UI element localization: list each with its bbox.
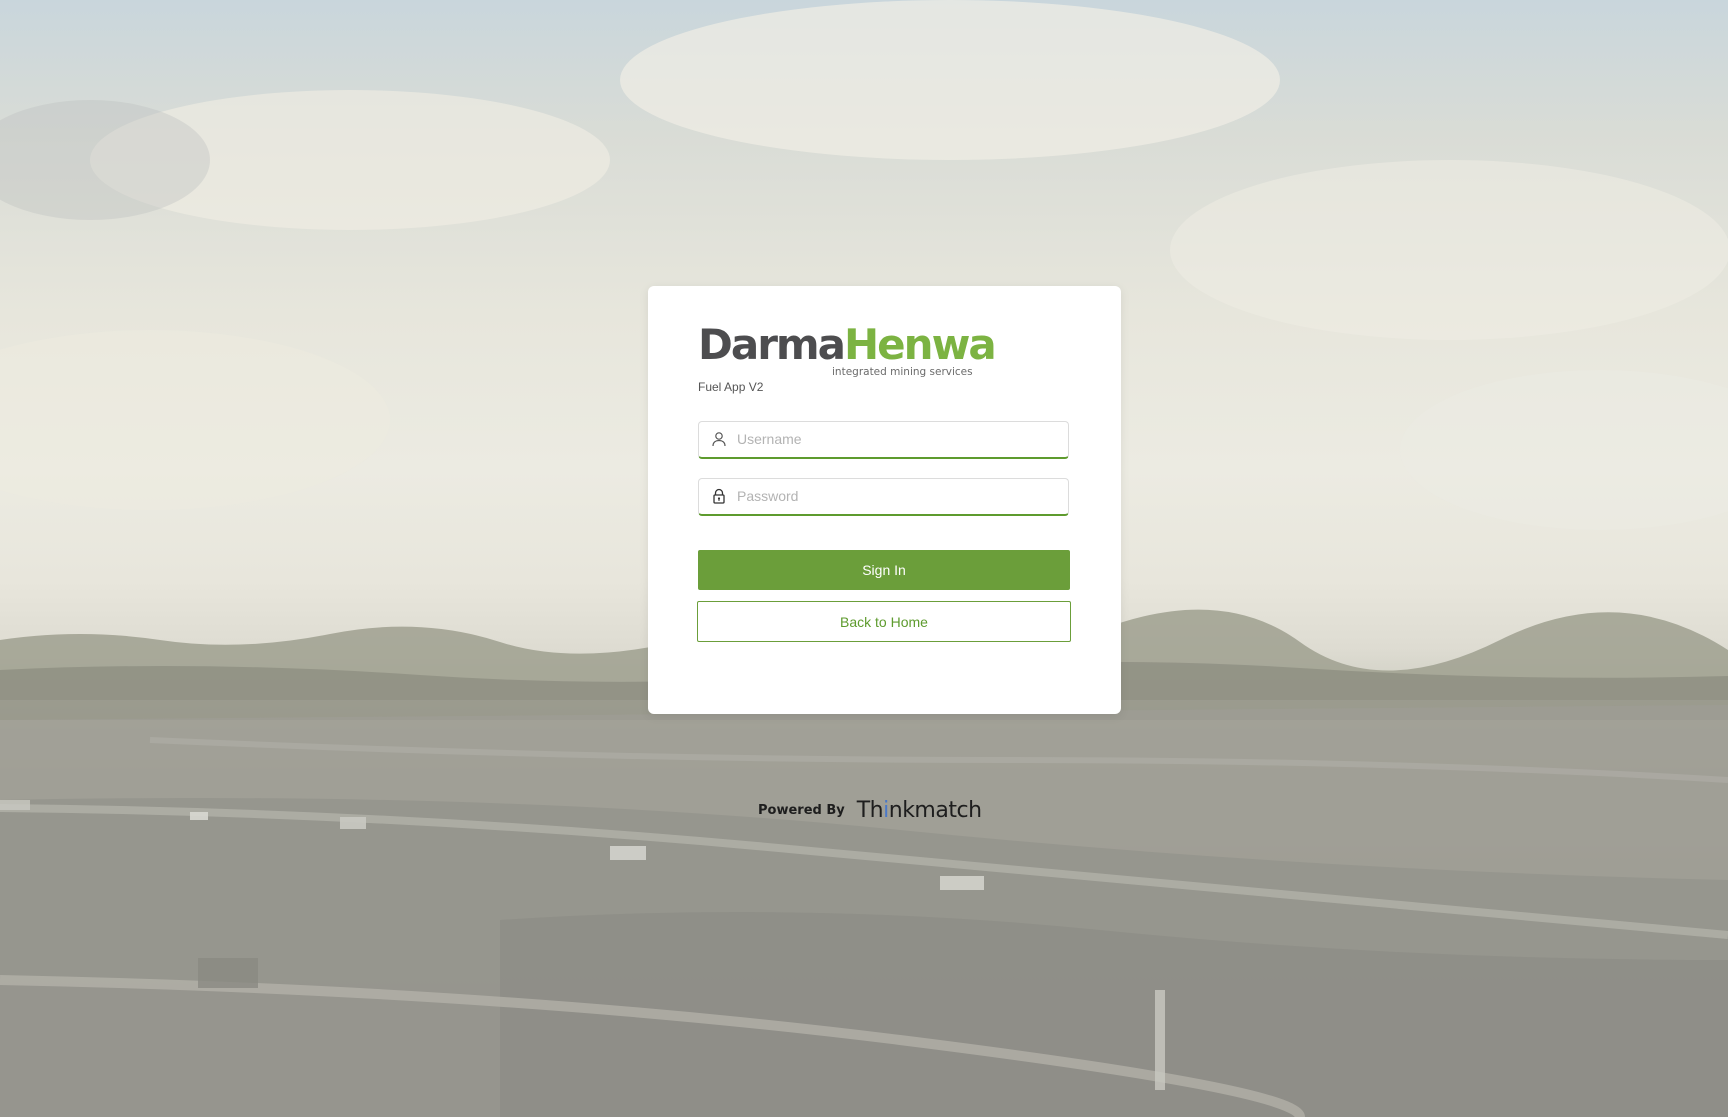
- company-logo: DarmaHenwa integrated mining services: [698, 324, 997, 379]
- password-field[interactable]: [698, 478, 1069, 516]
- back-to-home-button[interactable]: Back to Home: [697, 601, 1071, 642]
- powered-by-label: Powered By: [758, 802, 845, 818]
- thinkmatch-logo-part-3: nkmatch: [888, 797, 982, 823]
- powered-by-footer: Powered By Thinkmatch: [758, 795, 982, 825]
- login-card: DarmaHenwa integrated mining services Fu…: [648, 286, 1121, 714]
- logo-text-green: Henwa: [844, 320, 997, 369]
- logo-text-dark: Darma: [698, 320, 846, 369]
- sign-in-button[interactable]: Sign In: [698, 550, 1070, 590]
- lock-icon: [711, 488, 727, 504]
- app-version-label: Fuel App V2: [698, 380, 764, 394]
- username-field[interactable]: [698, 421, 1069, 459]
- logo-tagline: integrated mining services: [832, 366, 973, 378]
- thinkmatch-logo: Thinkmatch: [857, 798, 982, 823]
- username-input[interactable]: [737, 422, 1057, 456]
- logo-wordmark: DarmaHenwa: [698, 324, 997, 366]
- thinkmatch-logo-part-1: Th: [856, 797, 884, 823]
- user-icon: [711, 431, 727, 447]
- password-input[interactable]: [737, 479, 1057, 513]
